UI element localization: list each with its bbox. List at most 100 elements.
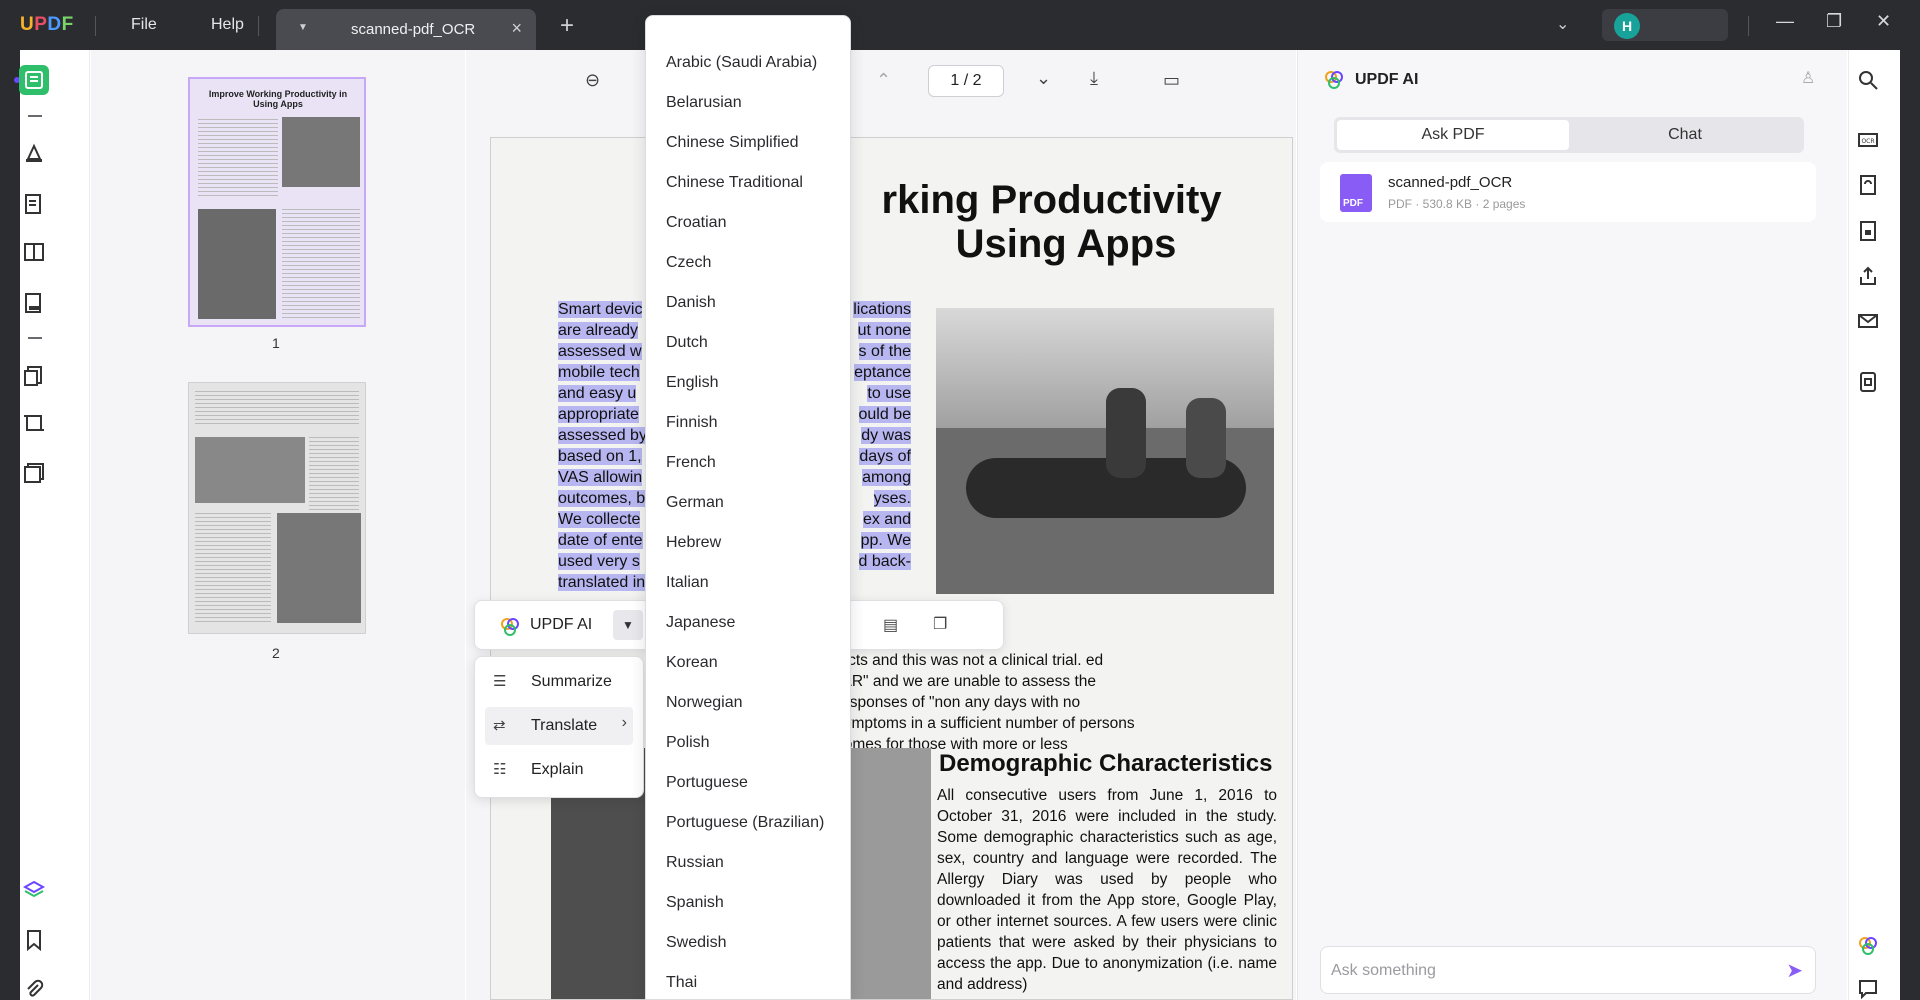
language-option[interactable]: Croatian: [666, 203, 846, 243]
language-option[interactable]: Portuguese (Brazilian): [666, 803, 846, 843]
send-icon[interactable]: ➤: [1786, 958, 1803, 983]
language-option[interactable]: Thai: [666, 963, 846, 1000]
highlighted-line: assessed w: [558, 343, 642, 360]
language-option[interactable]: Swedish: [666, 923, 846, 963]
highlighted-line: eptance: [854, 364, 911, 381]
divider: [28, 115, 42, 117]
language-option[interactable]: Dutch: [666, 323, 846, 363]
comment-tool-icon[interactable]: [19, 138, 49, 168]
comments-panel-icon[interactable]: [1855, 976, 1881, 1000]
translate-item[interactable]: ⇄ Translate ›: [485, 707, 633, 745]
language-option[interactable]: Spanish: [666, 883, 846, 923]
thumbnail-page-2[interactable]: [188, 382, 366, 634]
user-account[interactable]: H: [1602, 9, 1728, 41]
thumbnail-text: [195, 513, 271, 623]
language-option[interactable]: Czech: [666, 243, 846, 283]
save-icon[interactable]: [1855, 369, 1881, 395]
language-option[interactable]: Danish: [666, 283, 846, 323]
tab-ask-pdf[interactable]: Ask PDF: [1337, 120, 1569, 150]
last-page-icon[interactable]: ⤓: [1090, 68, 1098, 89]
highlighted-line: appropriate: [558, 406, 639, 423]
language-option[interactable]: Russian: [666, 843, 846, 883]
organize-pages-icon[interactable]: [19, 237, 49, 267]
menu-file[interactable]: File: [131, 16, 157, 34]
language-option[interactable]: Arabic (Saudi Arabia): [666, 43, 846, 83]
language-option[interactable]: French: [666, 443, 846, 483]
thumbnail-text: [198, 119, 278, 199]
divider: [28, 337, 42, 339]
tab-chat[interactable]: Chat: [1569, 120, 1801, 150]
language-option[interactable]: English: [666, 363, 846, 403]
updf-logo: UPDF: [20, 14, 74, 35]
language-option[interactable]: Japanese: [666, 603, 846, 643]
share-icon[interactable]: [1855, 263, 1881, 289]
highlighted-line: mobile tech: [558, 364, 640, 381]
chevron-down-icon[interactable]: ⌄: [1556, 14, 1569, 34]
language-option[interactable]: Portuguese: [666, 763, 846, 803]
highlighted-line: date of ente: [558, 532, 643, 549]
highlighted-line: to use: [867, 385, 911, 402]
language-option[interactable]: Chinese Simplified: [666, 123, 846, 163]
language-option[interactable]: Polish: [666, 723, 846, 763]
menu-help[interactable]: Help: [211, 16, 244, 34]
language-option[interactable]: Norwegian: [666, 683, 846, 723]
crop-icon[interactable]: [19, 408, 49, 438]
batch-icon[interactable]: [19, 458, 49, 488]
search-icon[interactable]: [1855, 67, 1881, 93]
ai-dropdown-button[interactable]: ▼: [613, 610, 643, 640]
edit-pdf-icon[interactable]: [19, 189, 49, 219]
highlighted-line: ex and: [862, 511, 911, 528]
language-option[interactable]: Hebrew: [666, 523, 846, 563]
convert-icon[interactable]: [19, 361, 49, 391]
highlighted-line: Smart devic: [558, 301, 643, 318]
avatar: H: [1614, 13, 1640, 39]
zoom-out-icon[interactable]: ⊖: [585, 70, 600, 91]
email-icon[interactable]: [1855, 308, 1881, 334]
presentation-icon[interactable]: ▭: [1163, 70, 1180, 91]
page-number-field[interactable]: 1 / 2: [928, 65, 1004, 97]
section-heading: Demographic Characteristics: [939, 750, 1273, 777]
reader-mode-icon[interactable]: [19, 65, 49, 95]
comment-icon[interactable]: ▤: [883, 615, 898, 635]
updf-ai-rail-icon[interactable]: [1855, 933, 1881, 959]
convert-file-icon[interactable]: [1855, 172, 1881, 198]
close-window-icon[interactable]: ✕: [1876, 11, 1891, 32]
ask-input[interactable]: [1331, 959, 1751, 983]
layers-icon[interactable]: [19, 875, 49, 905]
language-option[interactable]: Italian: [666, 563, 846, 603]
thumbnail-text: [282, 209, 360, 319]
summarize-item[interactable]: ☰ Summarize: [485, 663, 633, 701]
close-icon[interactable]: ×: [511, 18, 522, 39]
language-option[interactable]: Finnish: [666, 403, 846, 443]
highlighted-line: ould be: [858, 406, 911, 423]
minimize-icon[interactable]: —: [1776, 11, 1794, 32]
highlighted-line: and easy u: [558, 385, 637, 402]
file-card[interactable]: PDF scanned-pdf_OCR PDF · 530.8 KB · 2 p…: [1320, 162, 1816, 222]
clean-icon[interactable]: ♙: [1801, 68, 1815, 88]
updf-ai-button[interactable]: UPDF AI: [530, 616, 592, 634]
highlighted-line: s of the: [858, 343, 911, 360]
next-page-icon[interactable]: ⌄: [1036, 68, 1051, 89]
meeting-photo: [936, 308, 1274, 594]
restore-icon[interactable]: ❐: [1826, 11, 1842, 32]
bookmark-icon[interactable]: [19, 925, 49, 955]
svg-text:OCR: OCR: [1861, 138, 1874, 145]
ai-menu: ☰ Summarize ⇄ Translate › ☷ Explain: [474, 656, 644, 798]
language-option[interactable]: Belarusian: [666, 83, 846, 123]
protect-icon[interactable]: [1855, 218, 1881, 244]
first-page-icon[interactable]: ⌃: [876, 70, 891, 91]
new-tab-icon[interactable]: +: [560, 12, 574, 40]
copy-icon[interactable]: ❐: [933, 614, 947, 634]
language-option[interactable]: Korean: [666, 643, 846, 683]
explain-item[interactable]: ☷ Explain: [485, 751, 633, 789]
document-tab[interactable]: ▼ scanned-pdf_OCR ×: [276, 9, 536, 50]
ai-panel-title: UPDF AI: [1355, 71, 1419, 88]
thumbnail-page-1[interactable]: Improve Working Productivity in Using Ap…: [188, 77, 366, 327]
translate-icon: ⇄: [493, 717, 506, 734]
attachment-icon[interactable]: [19, 975, 49, 1000]
fill-sign-icon[interactable]: [19, 288, 49, 318]
language-option[interactable]: Chinese Traditional: [666, 163, 846, 203]
tab-dropdown-icon[interactable]: ▼: [298, 22, 308, 33]
ocr-icon[interactable]: OCR: [1855, 127, 1881, 153]
language-option[interactable]: German: [666, 483, 846, 523]
